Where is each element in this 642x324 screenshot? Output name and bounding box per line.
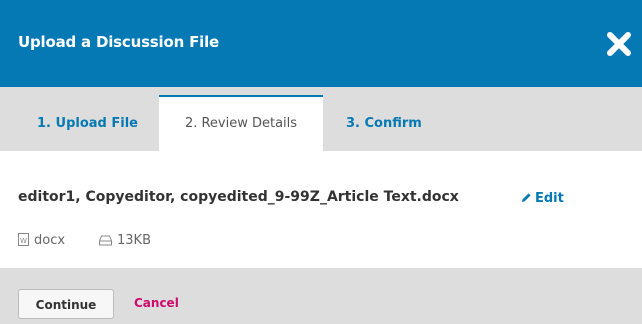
modal-header: Upload a Discussion File (0, 0, 642, 87)
upload-discussion-file-modal: Upload a Discussion File 1. Upload File … (0, 0, 642, 324)
tab-review-details[interactable]: 2. Review Details (159, 95, 323, 151)
file-name: editor1, Copyeditor, copyedited_9-99Z_Ar… (18, 189, 459, 205)
drive-icon (99, 235, 112, 246)
word-document-icon: W (18, 233, 29, 246)
pencil-icon (522, 193, 531, 202)
tab-confirm[interactable]: 3. Confirm (346, 97, 422, 151)
close-button[interactable] (604, 29, 634, 59)
file-type-label: docx (34, 233, 66, 248)
edit-link[interactable]: Edit (521, 191, 564, 206)
file-size: 13KB (99, 233, 151, 248)
tab-upload-file[interactable]: 1. Upload File (37, 97, 138, 151)
file-type: W docx (18, 233, 65, 248)
continue-button[interactable]: Continue (18, 289, 114, 319)
modal-title: Upload a Discussion File (18, 33, 219, 51)
cancel-link[interactable]: Cancel (134, 296, 179, 310)
close-x-icon[interactable] (604, 29, 634, 59)
modal-footer: Continue Cancel (0, 268, 642, 324)
svg-text:W: W (20, 237, 27, 245)
step-tabs: 1. Upload File 2. Review Details 3. Conf… (0, 87, 642, 151)
file-size-label: 13KB (117, 233, 151, 248)
edit-label[interactable]: Edit (535, 191, 564, 206)
